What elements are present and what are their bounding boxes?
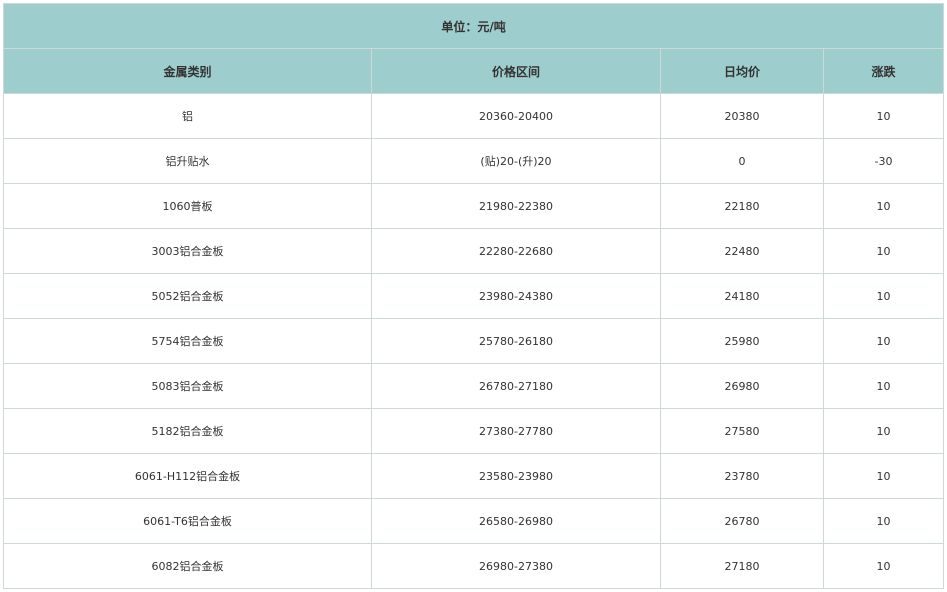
cell-category: 1060普板 xyxy=(3,183,372,229)
cell-range: 21980-22380 xyxy=(371,183,661,229)
cell-range: 26780-27180 xyxy=(371,363,661,409)
cell-avg: 0 xyxy=(660,138,824,184)
cell-change: 10 xyxy=(822,498,945,544)
cell-avg: 27580 xyxy=(660,408,824,454)
header-category: 金属类别 xyxy=(3,48,372,94)
cell-avg: 22480 xyxy=(660,228,824,274)
cell-avg: 25980 xyxy=(660,318,824,364)
cell-category: 6061-H112铝合金板 xyxy=(3,453,372,499)
cell-category: 6082铝合金板 xyxy=(3,543,372,589)
cell-category: 铝升贴水 xyxy=(3,138,372,184)
cell-avg: 23780 xyxy=(660,453,824,499)
cell-range: 27380-27780 xyxy=(371,408,661,454)
cell-avg: 22180 xyxy=(660,183,824,229)
cell-avg: 26980 xyxy=(660,363,824,409)
header-change: 涨跌 xyxy=(822,48,945,94)
cell-range: 23980-24380 xyxy=(371,273,661,319)
cell-category: 铝 xyxy=(3,93,372,139)
table-row: 5182铝合金板 27380-27780 27580 10 xyxy=(3,408,945,454)
price-table-container: 单位：元/吨 金属类别 价格区间 日均价 涨跌 铝 20360-20400 20… xyxy=(2,3,945,589)
cell-range: 23580-23980 xyxy=(371,453,661,499)
unit-row: 单位：元/吨 xyxy=(2,3,945,49)
table-row: 6082铝合金板 26980-27380 27180 10 xyxy=(3,543,945,589)
cell-range: 26980-27380 xyxy=(371,543,661,589)
table-row: 5052铝合金板 23980-24380 24180 10 xyxy=(3,273,945,319)
cell-category: 5182铝合金板 xyxy=(3,408,372,454)
cell-avg: 26780 xyxy=(660,498,824,544)
unit-label: 单位：元/吨 xyxy=(2,3,945,49)
cell-range: 26580-26980 xyxy=(371,498,661,544)
cell-change: 10 xyxy=(822,93,945,139)
cell-range: 25780-26180 xyxy=(371,318,661,364)
cell-category: 6061-T6铝合金板 xyxy=(3,498,372,544)
cell-change: 10 xyxy=(822,228,945,274)
cell-change: 10 xyxy=(822,543,945,589)
table-row: 6061-T6铝合金板 26580-26980 26780 10 xyxy=(3,498,945,544)
table-row: 1060普板 21980-22380 22180 10 xyxy=(3,183,945,229)
table-row: 铝 20360-20400 20380 10 xyxy=(3,93,945,139)
cell-avg: 24180 xyxy=(660,273,824,319)
cell-change: 10 xyxy=(822,318,945,364)
cell-change: 10 xyxy=(822,408,945,454)
cell-change: 10 xyxy=(822,183,945,229)
cell-range: (贴)20-(升)20 xyxy=(371,138,661,184)
cell-category: 5083铝合金板 xyxy=(3,363,372,409)
cell-range: 22280-22680 xyxy=(371,228,661,274)
table-row: 5754铝合金板 25780-26180 25980 10 xyxy=(3,318,945,364)
table-row: 铝升贴水 (贴)20-(升)20 0 -30 xyxy=(3,138,945,184)
cell-change: 10 xyxy=(822,273,945,319)
table-row: 6061-H112铝合金板 23580-23980 23780 10 xyxy=(3,453,945,499)
table-row: 5083铝合金板 26780-27180 26980 10 xyxy=(3,363,945,409)
header-avg: 日均价 xyxy=(660,48,824,94)
cell-change: 10 xyxy=(822,363,945,409)
cell-range: 20360-20400 xyxy=(371,93,661,139)
cell-category: 5052铝合金板 xyxy=(3,273,372,319)
cell-avg: 27180 xyxy=(660,543,824,589)
cell-category: 5754铝合金板 xyxy=(3,318,372,364)
cell-change: -30 xyxy=(822,138,945,184)
cell-change: 10 xyxy=(822,453,945,499)
header-range: 价格区间 xyxy=(371,48,661,94)
cell-category: 3003铝合金板 xyxy=(3,228,372,274)
cell-avg: 20380 xyxy=(660,93,824,139)
header-row: 金属类别 价格区间 日均价 涨跌 xyxy=(3,48,945,94)
table-row: 3003铝合金板 22280-22680 22480 10 xyxy=(3,228,945,274)
price-table: 单位：元/吨 金属类别 价格区间 日均价 涨跌 铝 20360-20400 20… xyxy=(2,3,945,589)
